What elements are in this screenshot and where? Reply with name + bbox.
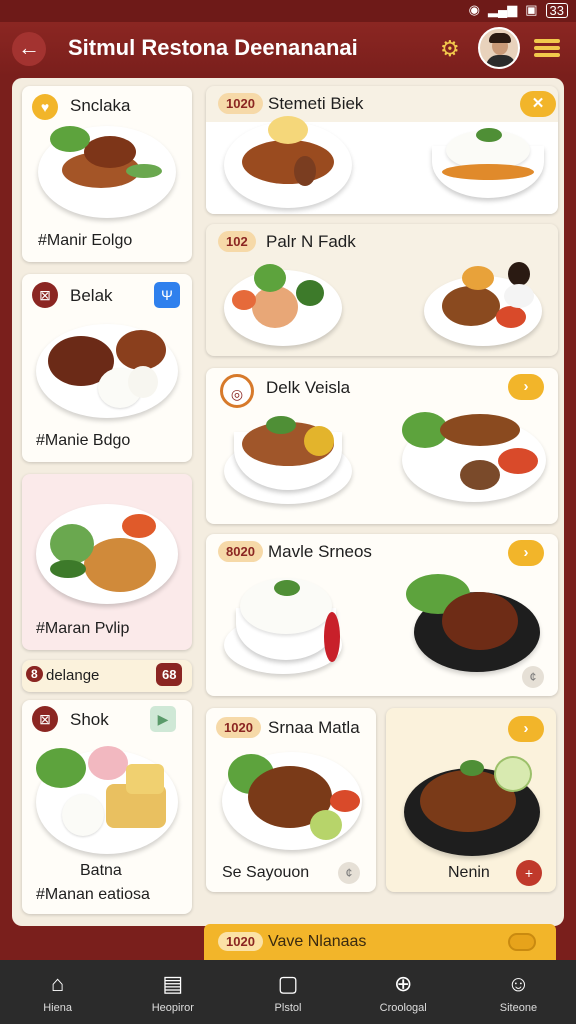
menu-book-icon: ▤ <box>162 971 184 996</box>
next-button[interactable]: › <box>508 540 544 566</box>
banner-label: Vave Nlanaas <box>268 933 367 950</box>
tablet-icon: ▢ <box>277 971 299 996</box>
chevron-right-icon: › <box>523 720 529 737</box>
card-caption: Batna <box>80 862 122 879</box>
arrow-left-icon: ← <box>18 35 40 60</box>
card-caption: #Maran Pvlip <box>36 620 130 637</box>
grid-icon: ⊠ <box>32 282 58 308</box>
plus-icon[interactable]: + <box>516 860 542 886</box>
card-title: Stemeti Biek <box>268 94 364 113</box>
card-title: Shok <box>70 710 109 729</box>
signal-icon: ▂▄▆ <box>488 2 518 17</box>
info-icon[interactable]: ¢ <box>522 666 544 688</box>
grid-icon: ⊠ <box>32 706 58 732</box>
app-bar: ← Sitmul Restona Deenananai ⚙ <box>0 22 576 76</box>
card-title: Delk Veisla <box>266 378 351 397</box>
count-badge: 68 <box>156 663 183 686</box>
back-button[interactable]: ← <box>12 32 46 66</box>
chevron-right-icon: › <box>523 378 529 395</box>
gear-icon: ⚙ <box>440 36 460 61</box>
nav-item-globe[interactable]: ⊕ Croologal <box>346 960 461 1024</box>
next-button[interactable]: › <box>508 374 544 400</box>
card-caption: Nenin <box>448 864 490 881</box>
home-icon: ⌂ <box>50 971 65 996</box>
menu-card-delk-veisla[interactable]: ◎ Delk Veisla › <box>206 368 558 524</box>
card-title: Snclaka <box>70 96 131 115</box>
settings-button[interactable]: ⚙ <box>440 36 460 62</box>
chevron-right-icon: › <box>523 544 529 561</box>
nav-item-tablet[interactable]: ▢ Plstol <box>230 960 345 1024</box>
bottom-navigation: ⌂ Hiena ▤ Heopiror ▢ Plstol ⊕ Croologal … <box>0 960 576 1024</box>
cutlery-icon: Ψ <box>154 282 180 308</box>
menu-card-srnaa-matla[interactable]: 1020 Srnaa Matla Se Sayouon ¢ <box>206 708 376 892</box>
menu-card-stemeti-biek[interactable]: 1020 Stemeti Biek ✕ <box>206 86 558 214</box>
promo-banner[interactable]: 1020 Vave Nlanaas <box>204 924 556 960</box>
card-title: Mavle Srneos <box>268 542 372 561</box>
card-title: Srnaa Matla <box>268 718 360 737</box>
count-badge: 8 <box>26 666 43 682</box>
price-badge: 102 <box>218 231 256 252</box>
menu-card-palr-n-fadk[interactable]: 102 Palr N Fadk <box>206 224 558 356</box>
close-icon: ✕ <box>531 95 545 112</box>
avatar[interactable] <box>478 27 520 69</box>
menu-card-snclaka[interactable]: ♥ Snclaka #Manir Eolgo <box>22 86 192 262</box>
card-title: Belak <box>70 286 113 305</box>
nav-item-home[interactable]: ⌂ Hiena <box>0 960 115 1024</box>
card-title: delange <box>46 667 100 684</box>
chef-image <box>508 262 530 286</box>
dish-icon: ◎ <box>220 374 254 408</box>
bookmark-icon[interactable]: ▶ <box>150 706 176 732</box>
menu-button[interactable] <box>534 36 560 60</box>
menu-card-maran[interactable]: #Maran Pvlip <box>22 474 192 650</box>
page-title: Sitmul Restona Deenananai <box>68 35 358 60</box>
menu-card-delange[interactable]: 8 delange 68 <box>22 660 192 692</box>
price-badge: 1020 <box>218 93 263 114</box>
card-caption: #Manir Eolgo <box>38 232 133 249</box>
next-button[interactable]: › <box>508 716 544 742</box>
price-badge: 1020 <box>218 932 263 951</box>
card-caption: #Manie Bdgo <box>36 432 131 449</box>
battery-indicator: 33 <box>545 2 568 18</box>
menu-card-mavle-srneos[interactable]: 8020 Mavle Srneos › ¢ <box>206 534 558 696</box>
person-icon: ☺ <box>507 971 530 996</box>
menu-card-belak[interactable]: ⊠ Belak Ψ #Manie Bdgo <box>22 274 192 462</box>
close-button[interactable]: ✕ <box>520 91 556 117</box>
status-bar: ◉ ▂▄▆ ▣ 33 <box>0 0 576 22</box>
info-icon[interactable]: ¢ <box>338 862 360 884</box>
price-badge: 1020 <box>216 717 261 738</box>
card-caption: #Manan eatiosa <box>36 886 150 903</box>
nav-item-menu[interactable]: ▤ Heopiror <box>115 960 230 1024</box>
price-badge: 8020 <box>218 541 263 562</box>
card-caption: Se Sayouon <box>222 864 310 881</box>
card-title: Palr N Fadk <box>266 232 356 251</box>
shield-icon: ♥ <box>32 94 58 120</box>
menu-card-shok[interactable]: ⊠ Shok ▶ Batna #Manan eatiosa <box>22 700 192 914</box>
banner-toggle[interactable] <box>508 933 536 951</box>
sim-icon: ▣ <box>525 2 538 17</box>
menu-card-nenin[interactable]: › Nenin + <box>386 708 556 892</box>
globe-icon: ⊕ <box>393 971 413 996</box>
location-icon: ◉ <box>468 2 481 17</box>
nav-item-profile[interactable]: ☺ Siteone <box>461 960 576 1024</box>
